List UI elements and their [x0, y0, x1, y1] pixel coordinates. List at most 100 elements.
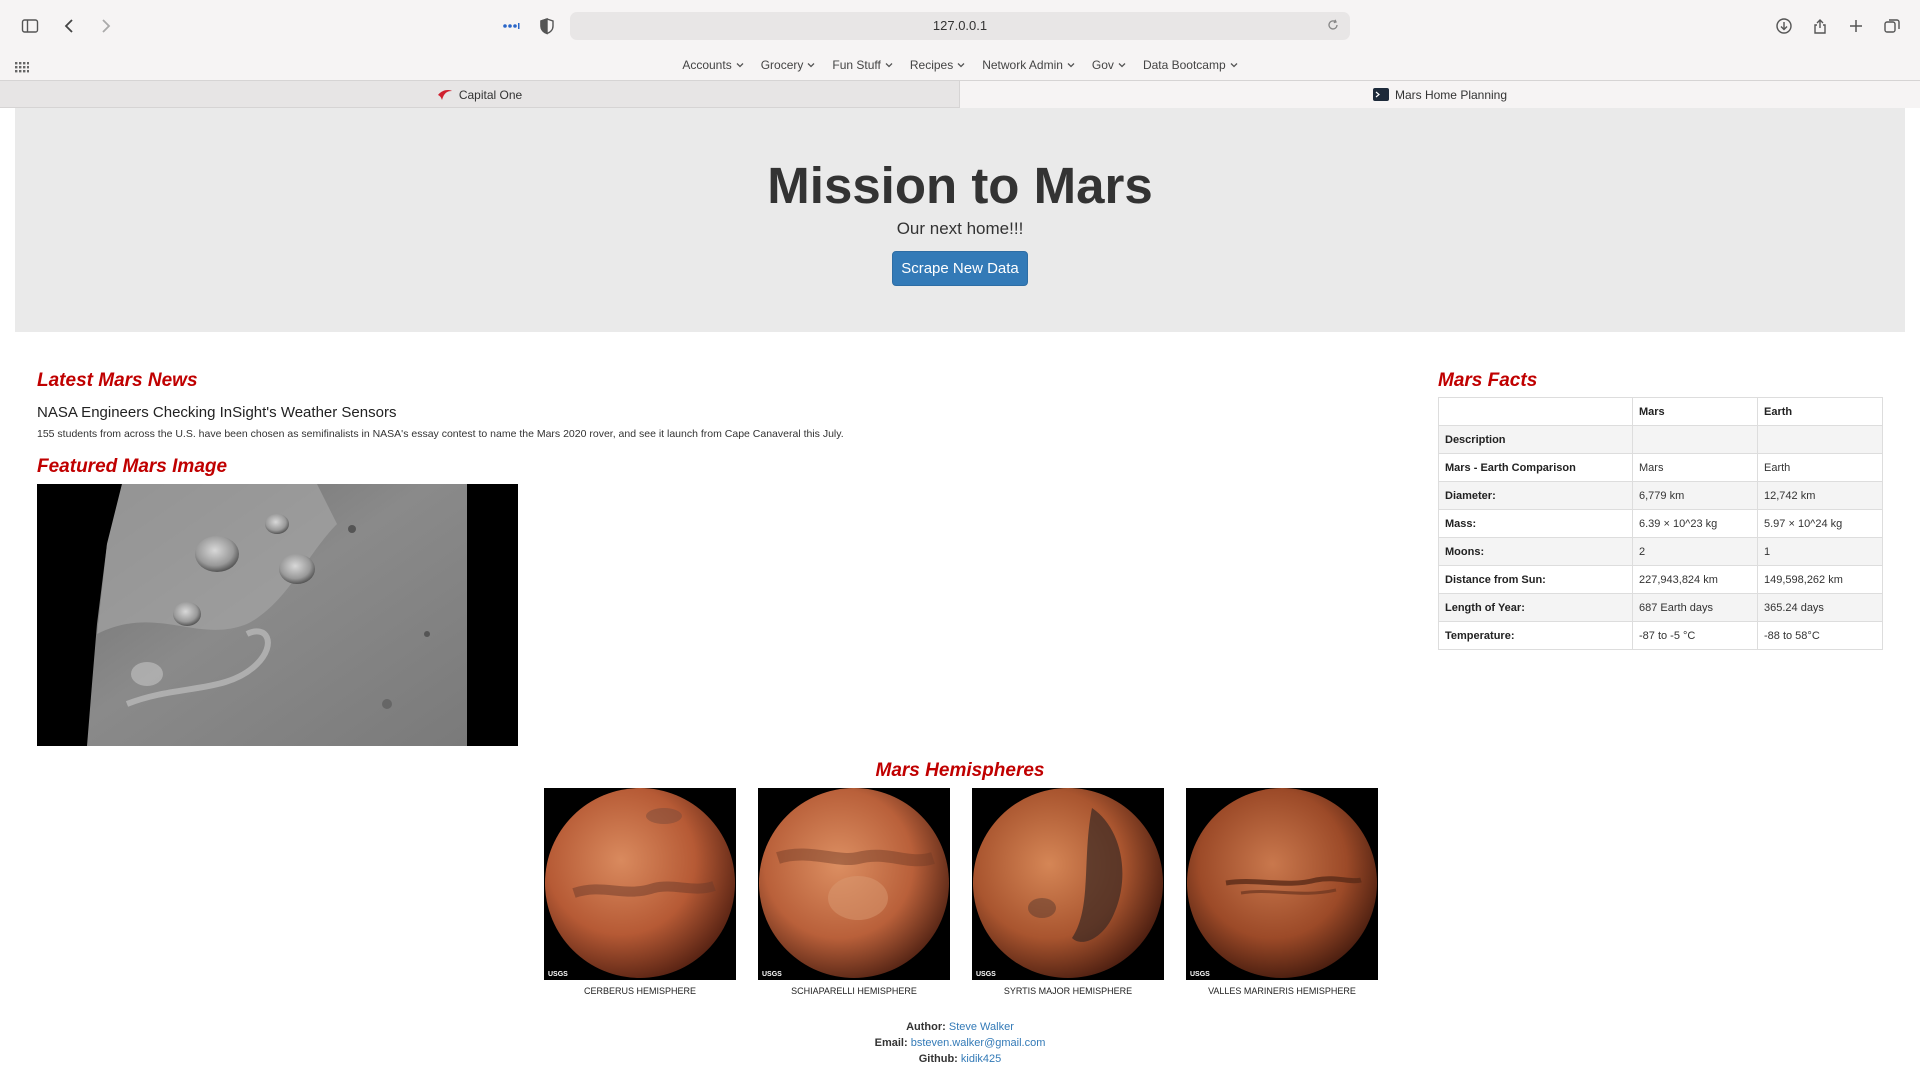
downloads-icon[interactable]: [1772, 14, 1796, 38]
valles-marineris-hemisphere-image[interactable]: USGS: [1186, 788, 1378, 980]
cerberus-hemisphere-image[interactable]: USGS: [544, 788, 736, 980]
tab-bar: Capital One Mars Home Planning: [0, 80, 1920, 108]
usgs-label: USGS: [548, 971, 568, 978]
favorite-fun-stuff[interactable]: Fun Stuff: [832, 58, 893, 72]
table-row: Diameter: 6,779 km 12,742 km: [1438, 481, 1883, 510]
github-line: Github: kidik425: [918, 1053, 1002, 1065]
earth-value: 1: [1757, 537, 1883, 566]
earth-value: -88 to 58°C: [1757, 621, 1883, 650]
hemisphere-card[interactable]: USGS VALLES MARINERIS HEMISPHERE: [1186, 788, 1378, 996]
favorite-network-admin[interactable]: Network Admin: [982, 58, 1075, 72]
table-row: Distance from Sun: 227,943,824 km 149,59…: [1438, 565, 1883, 594]
mars-value: Mars: [1632, 453, 1758, 482]
earth-value: Earth: [1757, 453, 1883, 482]
page-title: Mission to Mars: [767, 157, 1153, 214]
favorite-grocery[interactable]: Grocery: [761, 58, 816, 72]
hemispheres-heading: Mars Hemispheres: [875, 760, 1045, 781]
mars-value: 6,779 km: [1632, 481, 1758, 510]
table-row: Description: [1438, 425, 1883, 454]
mars-value: 687 Earth days: [1632, 593, 1758, 622]
row-label: Distance from Sun:: [1438, 565, 1633, 594]
favorite-data-bootcamp[interactable]: Data Bootcamp: [1143, 58, 1238, 72]
chevron-down-icon: [885, 63, 893, 68]
table-row: Moons: 2 1: [1438, 537, 1883, 566]
favorite-gov[interactable]: Gov: [1092, 58, 1126, 72]
column-header: [1438, 397, 1633, 426]
address-text: 127.0.0.1: [932, 18, 988, 33]
row-label: Length of Year:: [1438, 593, 1633, 622]
address-bar[interactable]: 127.0.0.1: [570, 12, 1350, 40]
column-header: Earth: [1757, 397, 1883, 426]
column-header: Mars: [1632, 397, 1758, 426]
favorites-bar: Accounts Grocery Fun Stuff Recipes Netwo…: [0, 52, 1920, 80]
github-link[interactable]: kidik425: [961, 1053, 1001, 1065]
chevron-down-icon: [1067, 63, 1075, 68]
news-title: NASA Engineers Checking InSight's Weathe…: [37, 404, 397, 421]
chevron-down-icon: [807, 63, 815, 68]
chevron-down-icon: [1118, 63, 1126, 68]
forward-arrow-icon[interactable]: [93, 14, 117, 38]
scrape-new-data-button[interactable]: Scrape New Data: [892, 251, 1028, 286]
share-icon[interactable]: [1808, 14, 1832, 38]
row-label: Temperature:: [1438, 621, 1633, 650]
hemisphere-title: CERBERUS HEMISPHERE: [583, 986, 697, 996]
row-label: Diameter:: [1438, 481, 1633, 510]
page-footer: Author: Steve Walker Email: bsteven.walk…: [0, 1019, 1920, 1067]
sidebar-toggle-icon[interactable]: [18, 14, 42, 38]
favorite-recipes[interactable]: Recipes: [910, 58, 965, 72]
page-subtitle: Our next home!!!: [896, 219, 1024, 238]
reload-icon[interactable]: [1326, 18, 1340, 32]
hemisphere-title: VALLES MARINERIS HEMISPHERE: [1208, 986, 1356, 996]
author-link[interactable]: Steve Walker: [949, 1021, 1014, 1033]
tab-capital-one[interactable]: Capital One: [0, 81, 959, 108]
mars-value: -87 to -5 °C: [1632, 621, 1758, 650]
row-label: Mars - Earth Comparison: [1438, 453, 1633, 482]
chevron-down-icon: [957, 63, 965, 68]
email-link[interactable]: bsteven.walker@gmail.com: [911, 1037, 1046, 1049]
table-row: Mars - Earth Comparison Mars Earth: [1438, 453, 1883, 482]
table-row: Mass: 6.39 × 10^23 kg 5.97 × 10^24 kg: [1438, 509, 1883, 538]
jumbotron: Mission to Mars Our next home!!! Scrape …: [15, 108, 1905, 332]
row-label: Mass:: [1438, 509, 1633, 538]
facts-heading: Mars Facts: [1438, 370, 1538, 391]
hemisphere-card[interactable]: USGS SYRTIS MAJOR HEMISPHERE: [972, 788, 1164, 996]
terminal-icon: [1372, 88, 1389, 101]
hemisphere-title: SYRTIS MAJOR HEMISPHERE: [1003, 986, 1133, 996]
featured-mars-image[interactable]: [37, 484, 518, 746]
privacy-shield-icon[interactable]: [535, 14, 559, 38]
back-arrow-icon[interactable]: [58, 14, 82, 38]
chevron-down-icon: [736, 63, 744, 68]
hemisphere-card[interactable]: USGS CERBERUS HEMISPHERE: [544, 788, 736, 996]
mars-value: 6.39 × 10^23 kg: [1632, 509, 1758, 538]
earth-value: 365.24 days: [1757, 593, 1883, 622]
hemisphere-card[interactable]: USGS SCHIAPARELLI HEMISPHERE: [758, 788, 950, 996]
mars-value: [1632, 425, 1758, 454]
news-heading: Latest Mars News: [37, 370, 198, 391]
mars-value: 227,943,824 km: [1632, 565, 1758, 594]
mars-facts-table: Mars Earth Description Mars - Earth Comp…: [1438, 397, 1883, 650]
news-body: 155 students from across the U.S. have b…: [37, 428, 844, 440]
earth-value: 12,742 km: [1757, 481, 1883, 510]
tab-overview-icon[interactable]: [1880, 14, 1904, 38]
table-header-row: Mars Earth: [1438, 397, 1883, 426]
author-line: Author: Steve Walker: [906, 1021, 1014, 1033]
usgs-label: USGS: [1190, 971, 1210, 978]
table-row: Length of Year: 687 Earth days 365.24 da…: [1438, 593, 1883, 622]
schiaparelli-hemisphere-image[interactable]: USGS: [758, 788, 950, 980]
extensions-icon[interactable]: [499, 14, 523, 38]
row-label: Moons:: [1438, 537, 1633, 566]
browser-toolbar: 127.0.0.1: [0, 0, 1920, 52]
email-line: Email: bsteven.walker@gmail.com: [874, 1037, 1046, 1049]
tab-mars-home-planning[interactable]: Mars Home Planning: [959, 81, 1920, 108]
syrtis-major-hemisphere-image[interactable]: USGS: [972, 788, 1164, 980]
capital-one-logo-icon: [437, 89, 452, 100]
earth-value: 149,598,262 km: [1757, 565, 1883, 594]
mars-value: 2: [1632, 537, 1758, 566]
featured-image-heading: Featured Mars Image: [37, 456, 228, 477]
earth-value: 5.97 × 10^24 kg: [1757, 509, 1883, 538]
hemispheres-gallery: USGS CERBERUS HEMISPHERE USGS SCHIAPAREL…: [544, 788, 1378, 998]
new-tab-icon[interactable]: [1844, 14, 1868, 38]
favorite-accounts[interactable]: Accounts: [682, 58, 744, 72]
earth-value: [1757, 425, 1883, 454]
table-row: Temperature: -87 to -5 °C -88 to 58°C: [1438, 621, 1883, 650]
